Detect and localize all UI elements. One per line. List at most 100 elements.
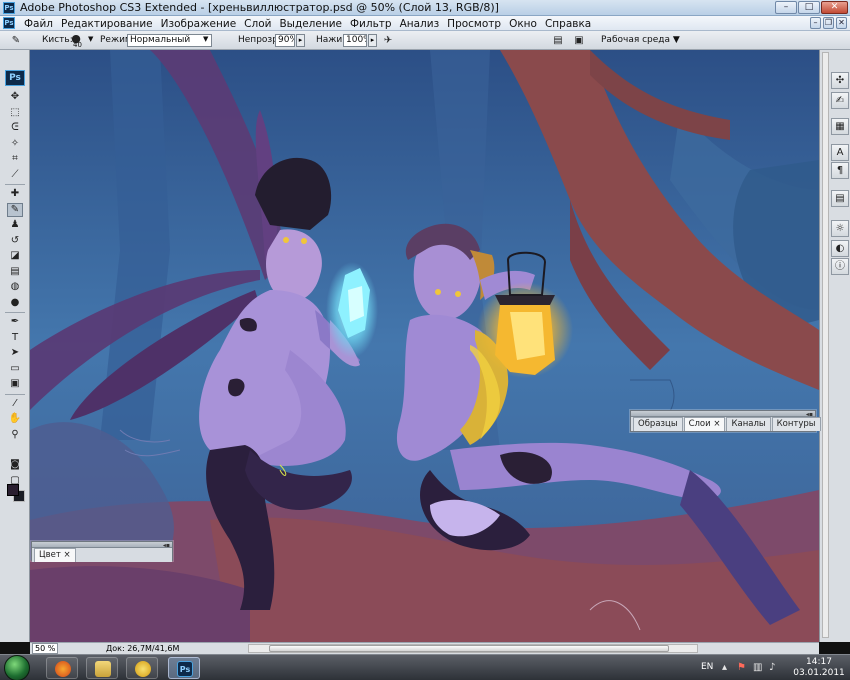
notes-tool[interactable]: ▣ <box>7 377 23 391</box>
close-button[interactable]: ✕ <box>821 1 848 14</box>
info-circle-icon[interactable]: ⓘ <box>831 258 849 275</box>
brush-dropdown-icon[interactable]: ▼ <box>88 35 93 43</box>
mode-dropdown-icon[interactable]: ▼ <box>203 35 208 43</box>
dodge-tool[interactable]: ● <box>7 296 23 310</box>
photoshop-taskbar-icon: Ps <box>177 661 193 677</box>
tray-chevron-icon[interactable]: ▴ <box>722 662 727 673</box>
taskbar: Ps EN ▴ ⚑ ▥ ♪ 14:17 03.01.2011 <box>0 654 850 680</box>
color-panel: ◂▪ Цвет × <box>31 541 173 562</box>
flow-field[interactable]: 100% <box>343 34 367 47</box>
toolbox-separator <box>5 393 25 395</box>
maximize-button[interactable]: □ <box>798 1 820 14</box>
clock[interactable]: 14:17 03.01.2011 <box>792 657 846 679</box>
explorer-app[interactable] <box>86 657 118 679</box>
clone-stamp-tool[interactable]: ♟ <box>7 218 23 232</box>
panel-collapse-icon[interactable]: ◂▪ <box>806 411 813 418</box>
pen-tool[interactable]: ✒ <box>7 315 23 329</box>
healing-brush-tool[interactable]: ✚ <box>7 187 23 201</box>
doc-size[interactable]: Док: 26,7M/41,6M <box>106 644 179 653</box>
window-title: Adobe Photoshop CS3 Extended - [хреньвил… <box>20 1 499 14</box>
menu-bar: Ps Файл Редактирование Изображение Слой Выде… <box>0 16 850 31</box>
photoshop-app[interactable]: Ps <box>168 657 200 679</box>
menu-item-1[interactable]: Редактирование <box>57 18 157 30</box>
clock-date: 03.01.2011 <box>793 668 845 678</box>
start-button[interactable] <box>4 655 30 680</box>
network-icon[interactable]: ▥ <box>753 662 762 673</box>
crop-tool[interactable]: ⌗ <box>7 152 23 166</box>
character-icon[interactable]: A <box>831 144 849 161</box>
doc-restore-button[interactable]: ❐ <box>823 17 834 29</box>
opacity-slider-button[interactable]: ▸ <box>296 34 305 47</box>
menu-item-4[interactable]: Выделение <box>275 18 346 30</box>
layer-comps-icon[interactable]: ▤ <box>831 190 849 207</box>
brushes-icon[interactable]: ☼ <box>831 220 849 237</box>
panel-tab-3[interactable]: Контуры <box>771 417 821 431</box>
zoom-field[interactable]: 50 % <box>32 643 58 654</box>
info-icon[interactable]: ✍ <box>831 92 849 109</box>
folder-icon <box>95 661 111 677</box>
brush-tool[interactable]: ✎ <box>7 202 23 217</box>
quick-mask-icon[interactable]: ◙ <box>7 458 23 472</box>
color-panel-tabs: Цвет × <box>32 548 172 562</box>
palette-well-icon[interactable]: ▤ <box>550 33 566 48</box>
horizontal-scrollbar[interactable] <box>248 644 698 653</box>
menu-items: Файл Редактирование Изображение Слой Выделен… <box>20 16 595 31</box>
panel-tab-2[interactable]: Каналы <box>726 417 771 431</box>
color-panel-collapse-icon[interactable]: ◂▪ <box>163 542 170 549</box>
doc-close-button[interactable]: ✕ <box>836 17 847 29</box>
brush-preset-icon[interactable]: ✎ <box>8 33 24 48</box>
airbrush-icon[interactable]: ✈ <box>380 33 396 48</box>
language-indicator[interactable]: EN <box>701 662 713 672</box>
history-brush-tool[interactable]: ↺ <box>7 234 23 248</box>
aimp-app[interactable] <box>126 657 158 679</box>
eraser-tool[interactable]: ◪ <box>7 249 23 263</box>
history-icon[interactable]: ▦ <box>831 118 849 135</box>
menu-item-8[interactable]: Окно <box>505 18 541 30</box>
ps-menu-icon: Ps <box>3 17 15 29</box>
gradient-tool[interactable]: ▤ <box>7 265 23 279</box>
menu-item-5[interactable]: Фильтр <box>346 18 396 30</box>
bridge-icon[interactable]: ▣ <box>571 33 587 48</box>
magic-wand-tool[interactable]: ✧ <box>7 137 23 151</box>
aimp-icon <box>135 661 151 677</box>
marquee-tool[interactable]: ⬚ <box>7 106 23 120</box>
menu-item-6[interactable]: Анализ <box>396 18 444 30</box>
tool-presets-icon[interactable]: ◐ <box>831 240 849 257</box>
eyedropper-tool[interactable]: ⁄ <box>7 397 23 411</box>
toolbox-ps-icon: Ps <box>5 70 25 86</box>
menu-item-0[interactable]: Файл <box>20 18 57 30</box>
paragraph-icon[interactable]: ¶ <box>831 162 849 179</box>
path-selection-tool[interactable]: ➤ <box>7 346 23 360</box>
blur-tool[interactable]: ◍ <box>7 280 23 294</box>
firefox-app[interactable] <box>46 657 78 679</box>
menu-item-9[interactable]: Справка <box>541 18 595 30</box>
brush-size: 40 <box>73 41 82 49</box>
photoshop-app-icon: Ps <box>3 2 15 14</box>
type-tool[interactable]: T <box>7 331 23 345</box>
vertical-scrollbar[interactable] <box>822 52 829 638</box>
menu-item-3[interactable]: Слой <box>240 18 275 30</box>
opacity-field[interactable]: 90% <box>275 34 295 47</box>
lasso-tool[interactable]: ᕮ <box>7 121 23 135</box>
mode-select[interactable]: Нормальный <box>127 34 212 47</box>
minimize-button[interactable]: – <box>775 1 797 14</box>
zoom-tool[interactable]: ⚲ <box>7 428 23 442</box>
workspace-menu[interactable]: Рабочая среда ▼ <box>601 35 680 45</box>
doc-minimize-button[interactable]: – <box>810 17 821 29</box>
navigator-icon[interactable]: ✣ <box>831 72 849 89</box>
menu-item-7[interactable]: Просмотр <box>443 18 505 30</box>
shape-tool[interactable]: ▭ <box>7 362 23 376</box>
panel-tab-0[interactable]: Образцы <box>633 417 683 431</box>
hand-tool[interactable]: ✋ <box>7 412 23 426</box>
foreground-color-swatch[interactable] <box>7 484 19 496</box>
panel-tab-0[interactable]: Цвет × <box>34 548 76 562</box>
horizontal-scroll-thumb[interactable] <box>269 645 669 652</box>
flow-slider-button[interactable]: ▸ <box>368 34 377 47</box>
move-tool[interactable]: ✥ <box>7 90 23 104</box>
menu-item-2[interactable]: Изображение <box>157 18 241 30</box>
action-center-icon[interactable]: ⚑ <box>737 662 746 673</box>
slice-tool[interactable]: ⟋ <box>7 168 23 182</box>
firefox-icon <box>55 661 71 677</box>
panel-tab-1[interactable]: Слои × <box>683 417 726 431</box>
volume-icon[interactable]: ♪ <box>769 662 775 673</box>
